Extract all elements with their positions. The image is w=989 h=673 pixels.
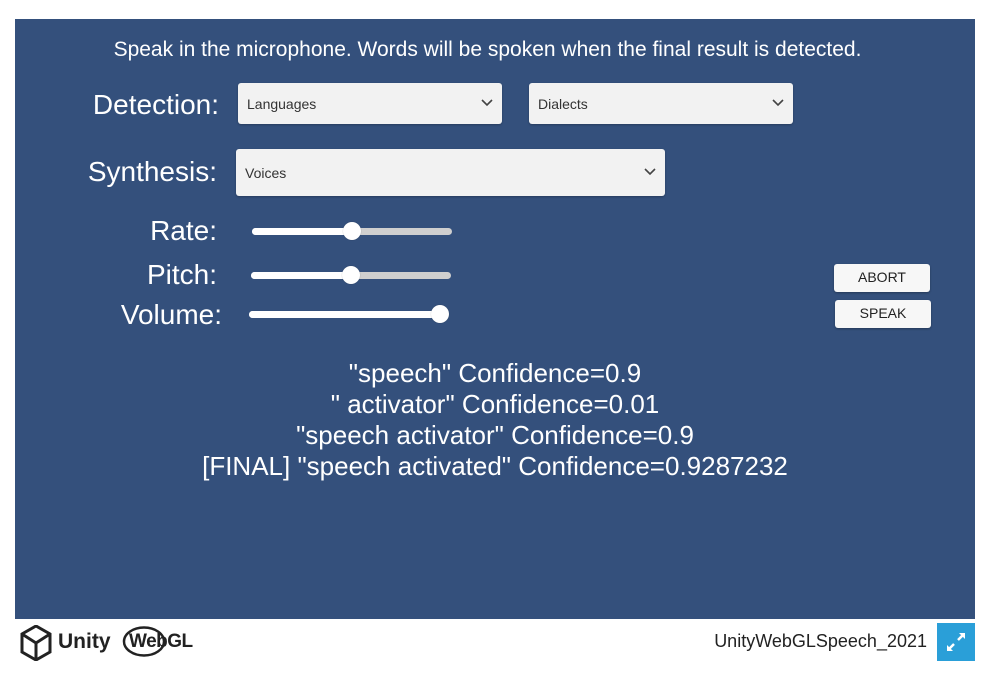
dialects-dropdown[interactable]: Dialects bbox=[529, 83, 793, 124]
synthesis-label: Synthesis: bbox=[87, 156, 217, 187]
voices-dropdown-value: Voices bbox=[245, 164, 287, 181]
volume-label: Volume: bbox=[120, 299, 222, 330]
webgl-wordmark: WebGL bbox=[129, 631, 193, 652]
unity-logo-icon bbox=[20, 624, 52, 662]
pitch-slider[interactable] bbox=[251, 266, 451, 284]
volume-slider[interactable] bbox=[249, 305, 449, 323]
result-line: " activator" Confidence=0.01 bbox=[330, 389, 660, 419]
fullscreen-icon bbox=[947, 633, 965, 651]
chevron-down-icon bbox=[772, 98, 784, 106]
pitch-label: Pitch: bbox=[146, 259, 217, 290]
unity-wordmark: Unity bbox=[58, 630, 111, 653]
project-title: UnityWebGLSpeech_2021 bbox=[714, 631, 927, 651]
voices-dropdown[interactable]: Voices bbox=[236, 149, 665, 196]
pitch-slider-fill bbox=[251, 272, 351, 279]
instruction-text: Speak in the microphone. Words will be s… bbox=[113, 38, 862, 61]
webgl-logo: WebGL bbox=[122, 626, 194, 657]
detection-label: Detection: bbox=[92, 89, 219, 120]
dialects-dropdown-value: Dialects bbox=[538, 95, 588, 112]
fullscreen-button[interactable] bbox=[937, 623, 975, 661]
rate-slider[interactable] bbox=[252, 222, 452, 240]
volume-slider-fill bbox=[249, 311, 440, 318]
rate-label: Rate: bbox=[150, 215, 217, 246]
pitch-slider-handle[interactable] bbox=[342, 266, 360, 284]
volume-slider-handle[interactable] bbox=[431, 305, 449, 323]
rate-slider-handle[interactable] bbox=[343, 222, 361, 240]
languages-dropdown[interactable]: Languages bbox=[238, 83, 502, 124]
rate-slider-fill bbox=[252, 228, 352, 235]
abort-button[interactable]: ABORT bbox=[834, 264, 930, 292]
chevron-down-icon bbox=[481, 98, 493, 106]
chevron-down-icon bbox=[644, 167, 656, 175]
result-line: "speech activator" Confidence=0.9 bbox=[296, 420, 694, 450]
result-line-final: [FINAL] "speech activated" Confidence=0.… bbox=[202, 451, 788, 481]
unity-canvas[interactable]: Speak in the microphone. Words will be s… bbox=[15, 19, 975, 619]
result-line: "speech" Confidence=0.9 bbox=[348, 358, 642, 388]
speak-button[interactable]: SPEAK bbox=[835, 300, 931, 328]
languages-dropdown-value: Languages bbox=[247, 95, 317, 112]
